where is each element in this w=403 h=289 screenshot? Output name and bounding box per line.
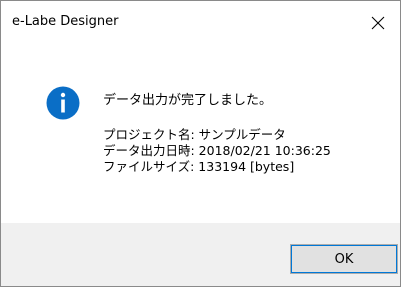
window-title: e-Labe Designer	[12, 14, 119, 29]
message-text: データ出力が完了しました。	[103, 93, 273, 108]
close-button[interactable]	[356, 1, 400, 45]
export-datetime-line: データ出力日時: 2018/02/21 10:36:25	[103, 143, 331, 158]
message-dialog: e-Labe Designer データ出力が完了しました。 プロジェクト名: サ…	[0, 0, 401, 287]
project-name-line: プロジェクト名: サンプルデータ	[103, 127, 286, 142]
dialog-content: データ出力が完了しました。 プロジェクト名: サンプルデータ データ出力日時: …	[1, 45, 400, 223]
close-icon	[371, 16, 385, 30]
info-icon	[46, 86, 80, 120]
title-bar: e-Labe Designer	[1, 1, 400, 45]
ok-button[interactable]: OK	[290, 244, 398, 274]
file-size-line: ファイルサイズ: 133194 [bytes]	[103, 159, 295, 174]
message-details: プロジェクト名: サンプルデータ データ出力日時: 2018/02/21 10:…	[103, 127, 331, 175]
